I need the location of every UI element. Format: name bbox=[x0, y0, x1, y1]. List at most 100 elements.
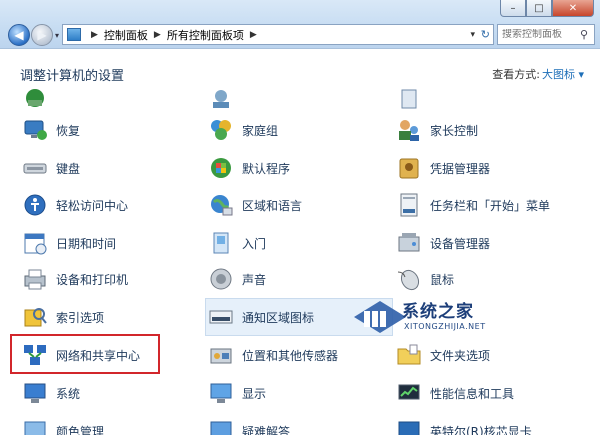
taskbar-icon bbox=[396, 192, 422, 218]
item-label: 凭据管理器 bbox=[430, 161, 491, 176]
item-keyboard[interactable]: 键盘 bbox=[22, 151, 80, 185]
troubleshooting-icon bbox=[208, 418, 234, 435]
intel-graphics-icon bbox=[396, 418, 422, 435]
item-label: 通知区域图标 bbox=[242, 310, 315, 325]
page-title: 调整计算机的设置 bbox=[20, 69, 125, 84]
item-date-time[interactable]: 日期和时间 bbox=[22, 226, 116, 260]
refresh-icon[interactable]: ↻ bbox=[481, 28, 490, 41]
view-by-dropdown[interactable]: 大图标 ▾ bbox=[542, 66, 584, 82]
item-intel-graphics[interactable]: 英特尔(R)核芯显卡 bbox=[396, 414, 532, 435]
item-taskbar-start-menu[interactable]: 任务栏和「开始」菜单 bbox=[396, 188, 550, 222]
device-manager-icon bbox=[396, 230, 422, 256]
notification-area-icon bbox=[208, 304, 234, 330]
item-default-programs[interactable]: 默认程序 bbox=[208, 151, 290, 185]
item-label: 轻松访问中心 bbox=[56, 198, 129, 213]
ease-of-access-icon bbox=[22, 192, 48, 218]
item-color-management[interactable]: 颜色管理 bbox=[22, 414, 104, 435]
item-label: 家庭组 bbox=[242, 123, 279, 138]
site-watermark: 系统之家 XITONGZHIJIA.NET bbox=[350, 289, 540, 351]
item-label: 日期和时间 bbox=[56, 236, 117, 251]
history-dropdown-icon[interactable]: ▾ bbox=[55, 31, 59, 40]
item-label: 默认程序 bbox=[242, 161, 291, 176]
item-label: 索引选项 bbox=[56, 310, 105, 325]
item-label: 家长控制 bbox=[430, 123, 479, 138]
content-header: 调整计算机的设置 查看方式: 大图标 ▾ bbox=[0, 49, 600, 89]
breadcrumb-all-items[interactable]: 所有控制面板项 bbox=[167, 27, 244, 43]
item-label: 键盘 bbox=[56, 161, 81, 176]
address-bar[interactable]: ▶ 控制面板 ▶ 所有控制面板项 ▶ ▾ ↻ bbox=[62, 24, 494, 45]
homegroup-icon bbox=[208, 117, 234, 143]
item-troubleshooting[interactable]: 疑难解答 bbox=[208, 414, 290, 435]
search-input[interactable] bbox=[498, 29, 580, 40]
navigation-buttons: ◀ ▶ ▾ bbox=[8, 24, 59, 46]
item-label: 任务栏和「开始」菜单 bbox=[430, 198, 551, 213]
window-controls: – □ ✕ bbox=[500, 0, 594, 17]
item-label: 鼠标 bbox=[430, 272, 455, 287]
item-display[interactable]: 显示 bbox=[208, 376, 266, 410]
annotation-highlight-box bbox=[10, 334, 160, 374]
item-sound[interactable]: 声音 bbox=[208, 262, 266, 296]
item-devices-printers[interactable]: 设备和打印机 bbox=[22, 262, 128, 296]
control-panel-icon bbox=[67, 28, 81, 41]
item-label: 设备管理器 bbox=[430, 236, 491, 251]
item-indexing-options[interactable]: 索引选项 bbox=[22, 300, 104, 334]
item-label: 入门 bbox=[242, 236, 267, 251]
printer-icon bbox=[22, 266, 48, 292]
credential-manager-icon bbox=[396, 155, 422, 181]
item-notification-icons[interactable]: 通知区域图标 bbox=[208, 300, 314, 334]
item-parental-controls[interactable]: 家长控制 bbox=[396, 113, 478, 147]
item-recovery[interactable]: 恢复 bbox=[22, 113, 80, 147]
location-sensors-icon bbox=[208, 342, 234, 368]
power-icon bbox=[22, 89, 48, 111]
region-language-icon bbox=[208, 192, 234, 218]
title-bar: – □ ✕ ◀ ▶ ▾ ▶ 控制面板 ▶ 所有控制面板项 ▶ ▾ ↻ ⚲ bbox=[0, 0, 600, 49]
item-label: 位置和其他传感器 bbox=[242, 348, 339, 363]
item-label: 英特尔(R)核芯显卡 bbox=[430, 424, 532, 435]
calendar-icon bbox=[22, 230, 48, 256]
control-panel-items: 恢复 家庭组 家长控制 键盘 默认程序 凭据管理器 轻松访问中心 区域和语言 任… bbox=[0, 89, 600, 435]
item-location-sensors[interactable]: 位置和其他传感器 bbox=[208, 338, 338, 372]
close-button[interactable]: ✕ bbox=[552, 0, 594, 17]
watermark-url: XITONGZHIJIA.NET bbox=[404, 322, 486, 331]
item-label: 系统 bbox=[56, 386, 81, 401]
item-label: 颜色管理 bbox=[56, 424, 105, 435]
color-management-icon bbox=[22, 418, 48, 435]
item-getting-started[interactable]: 入门 bbox=[208, 226, 266, 260]
watermark-text: 系统之家 bbox=[402, 302, 474, 322]
breadcrumb-separator-icon[interactable]: ▶ bbox=[91, 30, 98, 40]
display-icon bbox=[208, 380, 234, 406]
maximize-button[interactable]: □ bbox=[526, 0, 552, 17]
back-button[interactable]: ◀ bbox=[8, 24, 30, 46]
default-programs-icon bbox=[208, 155, 234, 181]
item-device-manager[interactable]: 设备管理器 bbox=[396, 226, 490, 260]
indexing-icon bbox=[22, 304, 48, 330]
item-homegroup[interactable]: 家庭组 bbox=[208, 113, 278, 147]
getting-started-icon bbox=[208, 230, 234, 256]
document-icon bbox=[396, 89, 422, 111]
item-label: 区域和语言 bbox=[242, 198, 303, 213]
item-region-language[interactable]: 区域和语言 bbox=[208, 188, 302, 222]
breadcrumb-separator-icon[interactable]: ▶ bbox=[154, 30, 161, 40]
search-box[interactable]: ⚲ bbox=[497, 24, 595, 45]
system-icon bbox=[22, 380, 48, 406]
search-icon[interactable]: ⚲ bbox=[580, 28, 588, 41]
item-performance[interactable]: 性能信息和工具 bbox=[396, 376, 514, 410]
view-by-label: 查看方式: bbox=[492, 68, 540, 81]
cut-off-item[interactable] bbox=[22, 89, 56, 115]
item-credential-manager[interactable]: 凭据管理器 bbox=[396, 151, 490, 185]
forward-button[interactable]: ▶ bbox=[31, 24, 53, 46]
item-system[interactable]: 系统 bbox=[22, 376, 80, 410]
item-ease-of-access[interactable]: 轻松访问中心 bbox=[22, 188, 128, 222]
breadcrumb-separator-icon[interactable]: ▶ bbox=[250, 30, 257, 40]
item-label: 性能信息和工具 bbox=[430, 386, 515, 401]
cut-off-item[interactable] bbox=[396, 89, 430, 115]
cut-off-item[interactable] bbox=[208, 89, 242, 115]
minimize-button[interactable]: – bbox=[500, 0, 526, 17]
user-icon bbox=[208, 89, 234, 111]
item-label: 设备和打印机 bbox=[56, 272, 129, 287]
recovery-icon bbox=[22, 117, 48, 143]
breadcrumb-control-panel[interactable]: 控制面板 bbox=[104, 27, 148, 43]
item-label: 恢复 bbox=[56, 123, 81, 138]
performance-icon bbox=[396, 380, 422, 406]
address-dropdown-icon[interactable]: ▾ bbox=[470, 30, 475, 40]
